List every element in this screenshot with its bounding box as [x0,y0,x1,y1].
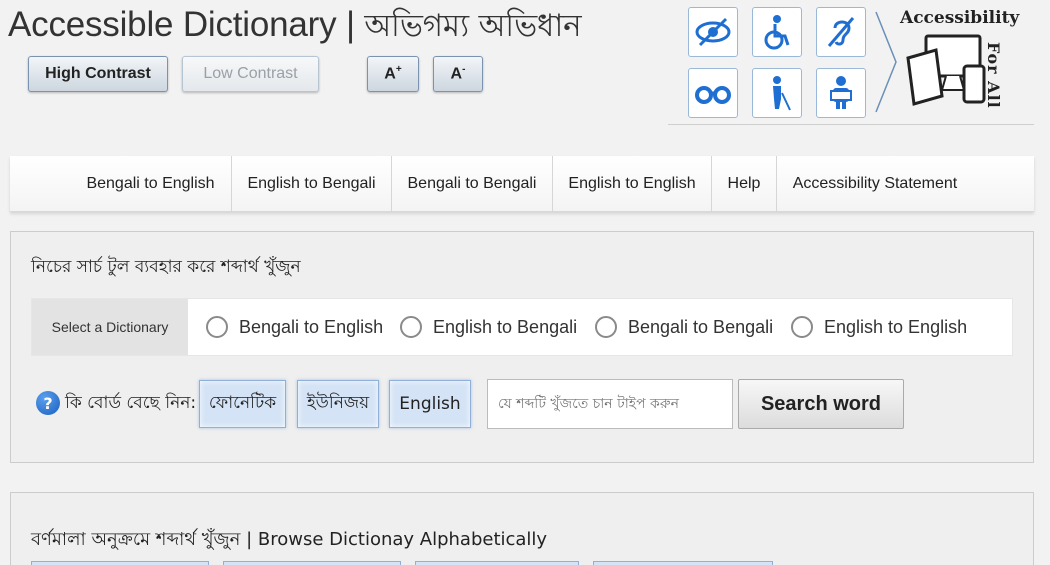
page: Accessible Dictionary | অভিগম্য অভিধান H… [0,0,1050,565]
keyboard-label: কি বোর্ড বেছে নিন: [65,393,197,413]
nav-item-label: Bengali to English [86,174,215,192]
browse-tab[interactable] [223,561,401,565]
low-contrast-label: Low Contrast [203,65,298,82]
browse-tab[interactable] [31,561,209,565]
nav-english-to-bengali[interactable]: English to Bengali [232,156,392,211]
keyboard-unijoy-button[interactable]: ইউনিজয় [297,380,379,428]
site-title: Accessible Dictionary | অভিগম্য অভিধান [8,2,582,54]
keyboard-unijoy-label: ইউনিজয় [306,393,370,413]
cognitive-disability-icon[interactable] [816,68,866,118]
wheelchair-icon[interactable] [752,7,802,57]
site-title-bengali: অভিগম্য অভিধান [364,8,582,44]
radio-label: Bengali to English [239,316,384,337]
radio-label: English to English [824,316,968,337]
low-contrast-button[interactable]: Low Contrast [182,56,319,92]
radio-button[interactable] [791,316,813,338]
keyboard-phonetic-label: ফোনেটিক [208,393,277,413]
nav-item-label: English to Bengali [247,174,376,192]
keyboard-english-label: English [399,394,461,414]
site-title-separator: | [345,5,355,44]
font-increase-label: A+ [384,64,402,83]
search-panel: নিচের সার্চ টুল ব্যবহার করে শব্দার্থ খুঁ… [10,231,1034,463]
nav-accessibility-statement[interactable]: Accessibility Statement [777,156,973,211]
search-input[interactable] [487,379,733,429]
radio-english-to-english[interactable]: English to English [791,299,967,355]
font-increase-button[interactable]: A+ [367,56,419,92]
radio-bengali-to-bengali[interactable]: Bengali to Bengali [595,299,773,355]
select-dictionary-label: Select a Dictionary [32,299,188,355]
glasses-icon[interactable] [688,68,738,118]
radio-english-to-bengali[interactable]: English to Bengali [400,299,577,355]
nav-item-label: Bengali to Bengali [407,174,537,192]
chevron-right-icon [875,11,897,113]
accessibility-for-all-logo: Accessibility For All [900,8,1032,120]
nav-bengali-to-english[interactable]: Bengali to English [10,156,232,211]
browse-tab[interactable] [593,561,773,565]
low-vision-icon[interactable] [688,7,738,57]
radio-label: English to Bengali [433,316,578,337]
accessibility-banner: Accessibility For All [668,0,1034,125]
accessibility-logo-line1: Accessibility [900,8,1020,28]
browse-heading: বর্ণমালা অনুক্রমে শব্দার্থ খুঁজুন | Brow… [31,529,548,550]
radio-button[interactable] [400,316,422,338]
nav-help[interactable]: Help [712,156,777,211]
high-contrast-label: High Contrast [45,65,151,82]
blind-person-cane-icon[interactable] [752,68,802,118]
accessibility-logo-line2: For All [984,42,1003,109]
keyboard-phonetic-button[interactable]: ফোনেটিক [199,380,286,428]
radio-bengali-to-english[interactable]: Bengali to English [206,299,383,355]
search-word-label: Search word [760,392,882,415]
font-decrease-label: A- [450,64,466,83]
site-title-english: Accessible Dictionary [8,5,337,44]
nav-item-label: Help [727,174,761,192]
dictionary-selector: Select a Dictionary Bengali to English E… [31,298,1013,356]
radio-button[interactable] [206,316,228,338]
keyboard-row: ? কি বোর্ড বেছে নিন: ফোনেটিক ইউনিজয় Eng… [31,376,1011,430]
main-nav: Bengali to English English to Bengali Be… [10,156,1034,212]
radio-label: Bengali to Bengali [628,316,774,337]
radio-button[interactable] [595,316,617,338]
help-icon[interactable]: ? [36,391,60,415]
keyboard-english-button[interactable]: English [389,380,471,428]
nav-english-to-english[interactable]: English to English [553,156,712,211]
browse-tab[interactable] [415,561,579,565]
browse-panel: বর্ণমালা অনুক্রমে শব্দার্থ খুঁজুন | Brow… [10,492,1034,565]
high-contrast-button[interactable]: High Contrast [28,56,168,92]
font-decrease-button[interactable]: A- [433,56,483,92]
nav-item-label: English to English [568,174,696,192]
nav-bengali-to-bengali[interactable]: Bengali to Bengali [392,156,553,211]
search-word-button[interactable]: Search word [738,379,904,429]
hearing-impaired-icon[interactable] [816,7,866,57]
nav-item-label: Accessibility Statement [792,174,958,192]
search-heading: নিচের সার্চ টুল ব্যবহার করে শব্দার্থ খুঁ… [31,257,301,277]
